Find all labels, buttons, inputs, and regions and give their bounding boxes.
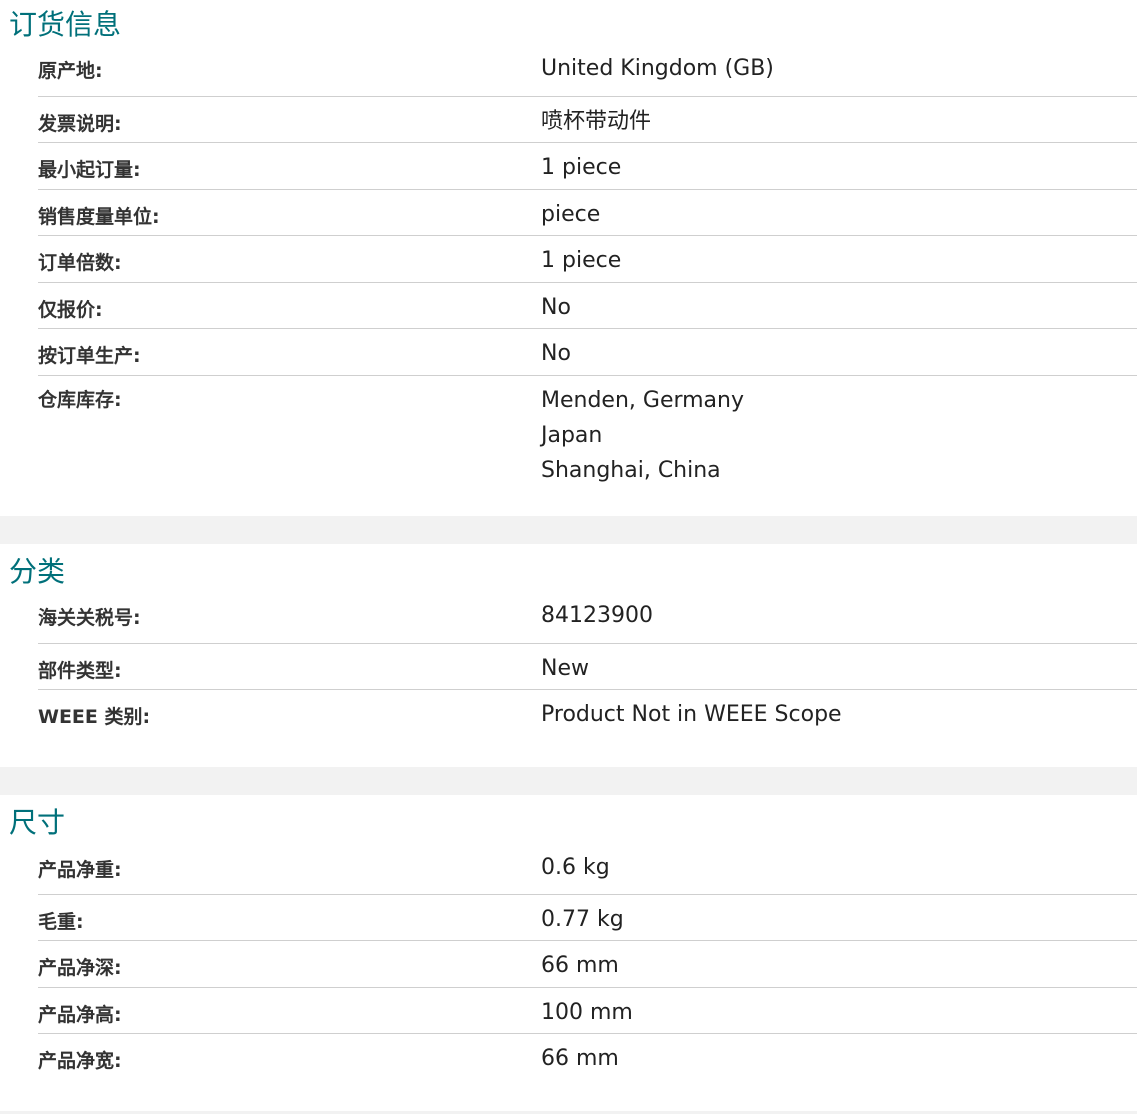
row-quote-only: 仅报价: No (38, 283, 1137, 329)
dimensions-list: 产品净重: 0.6 kg 毛重: 0.77 kg 产品净深: 66 mm 产品净… (38, 848, 1137, 1081)
label-gross-weight: 毛重: (38, 910, 84, 933)
label-order-multiple: 订单倍数: (38, 252, 122, 274)
value-quote-only: No (541, 294, 571, 320)
warehouse-location: Japan (541, 422, 603, 448)
label-invoice-desc: 发票说明: (38, 112, 122, 135)
label-warehouse-stock: 仓库库存: (38, 388, 122, 411)
classification-title: 分类 (9, 555, 66, 588)
section-separator (0, 516, 1137, 544)
value-weee-category: Product Not in WEEE Scope (541, 702, 842, 727)
warehouse-location: Menden, Germany (541, 387, 745, 413)
section-separator (0, 767, 1137, 795)
label-net-height: 产品净高: (38, 1003, 122, 1026)
ordering-info-title: 订货信息 (9, 8, 122, 41)
label-quote-only: 仅报价: (38, 298, 103, 321)
value-net-height: 100 mm (541, 999, 633, 1025)
ordering-info-section: 订货信息 原产地: United Kingdom (GB) 发票说明: 喷杯带动… (0, 0, 1137, 516)
label-part-type: 部件类型: (38, 659, 122, 682)
label-origin: 原产地: (38, 60, 103, 82)
row-origin: 原产地: United Kingdom (GB) (38, 50, 1137, 97)
warehouse-location: Shanghai, China (541, 457, 721, 483)
row-net-height: 产品净高: 100 mm (38, 988, 1137, 1034)
row-gross-weight: 毛重: 0.77 kg (38, 895, 1137, 941)
classification-list: 海关关税号: 84123900 部件类型: New WEEE 类别: Produ… (38, 597, 1137, 737)
value-made-to-order: No (541, 341, 571, 366)
label-made-to-order: 按订单生产: (38, 345, 141, 367)
classification-section: 分类 海关关税号: 84123900 部件类型: New WEEE 类别: Pr… (0, 544, 1137, 767)
value-sales-uom: piece (541, 201, 601, 227)
row-customs-tariff: 海关关税号: 84123900 (38, 597, 1137, 644)
value-warehouse-stock: Menden, Germany Japan Shanghai, China (541, 383, 1137, 488)
row-invoice-desc: 发票说明: 喷杯带动件 (38, 97, 1137, 143)
row-net-weight: 产品净重: 0.6 kg (38, 848, 1137, 895)
row-net-width: 产品净宽: 66 mm (38, 1034, 1137, 1081)
value-net-depth: 66 mm (541, 953, 619, 978)
value-gross-weight: 0.77 kg (541, 906, 624, 932)
row-sales-uom: 销售度量单位: piece (38, 190, 1137, 236)
dimensions-section: 尺寸 产品净重: 0.6 kg 毛重: 0.77 kg 产品净深: 66 mm … (0, 795, 1137, 1111)
label-net-width: 产品净宽: (38, 1050, 122, 1072)
row-net-depth: 产品净深: 66 mm (38, 941, 1137, 988)
value-net-width: 66 mm (541, 1046, 619, 1071)
value-min-order: 1 piece (541, 155, 622, 180)
row-min-order: 最小起订量: 1 piece (38, 143, 1137, 190)
value-order-multiple: 1 piece (541, 248, 622, 273)
value-invoice-desc: 喷杯带动件 (541, 108, 652, 134)
dimensions-title: 尺寸 (9, 806, 66, 839)
value-net-weight: 0.6 kg (541, 855, 610, 880)
label-net-weight: 产品净重: (38, 859, 122, 881)
label-weee-category: WEEE 类别: (38, 706, 151, 728)
row-order-multiple: 订单倍数: 1 piece (38, 236, 1137, 283)
row-part-type: 部件类型: New (38, 644, 1137, 690)
label-min-order: 最小起订量: (38, 159, 141, 181)
value-part-type: New (541, 655, 589, 681)
value-origin: United Kingdom (GB) (541, 56, 774, 81)
row-weee-category: WEEE 类别: Product Not in WEEE Scope (38, 690, 1137, 737)
label-customs-tariff: 海关关税号: (38, 607, 141, 629)
ordering-info-list: 原产地: United Kingdom (GB) 发票说明: 喷杯带动件 最小起… (38, 50, 1137, 488)
row-warehouse-stock: 仓库库存: Menden, Germany Japan Shanghai, Ch… (38, 376, 1137, 488)
value-customs-tariff: 84123900 (541, 603, 653, 628)
row-made-to-order: 按订单生产: No (38, 329, 1137, 376)
label-net-depth: 产品净深: (38, 957, 122, 979)
label-sales-uom: 销售度量单位: (38, 205, 160, 228)
